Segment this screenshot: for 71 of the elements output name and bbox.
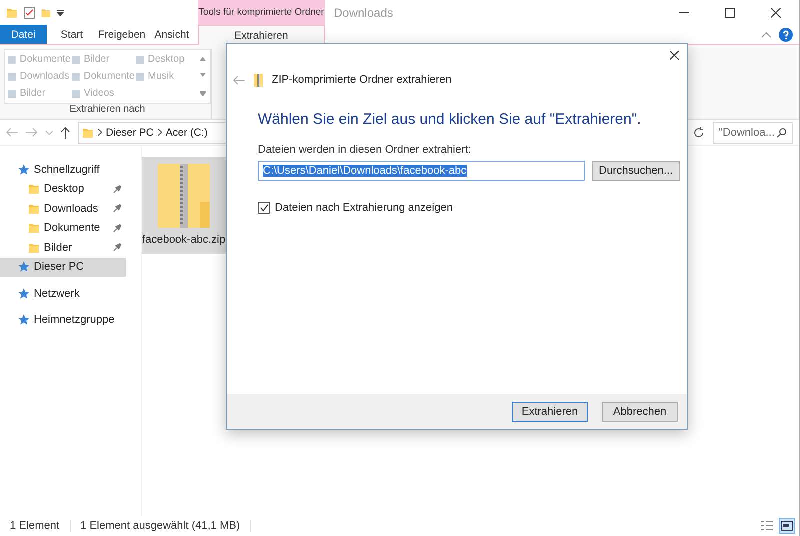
dialog-button[interactable]: Abbrechen bbox=[602, 402, 678, 422]
nav-item[interactable]: Netzwerk bbox=[0, 284, 126, 304]
nav-label[interactable]: Downloads bbox=[44, 202, 98, 215]
properties-icon[interactable] bbox=[24, 6, 35, 18]
status-text: 1 Element bbox=[10, 520, 71, 532]
close-icon[interactable] bbox=[771, 8, 781, 18]
breadcrumb-item[interactable]: Dieser PC bbox=[106, 126, 154, 138]
dialog-title: ZIP-komprimierte Ordner extrahieren bbox=[272, 74, 452, 86]
dropdown-icon[interactable] bbox=[57, 10, 64, 16]
back-icon[interactable] bbox=[233, 76, 245, 84]
dialog-button[interactable]: Extrahieren bbox=[512, 402, 588, 422]
scroll-down-icon[interactable] bbox=[200, 73, 206, 78]
pin-icon[interactable] bbox=[113, 204, 122, 214]
nav-label[interactable]: Schnellzugriff bbox=[34, 164, 100, 176]
nav-item[interactable]: Bilder bbox=[0, 238, 126, 258]
folder-icon bbox=[28, 222, 40, 234]
window-title: Downloads bbox=[333, 4, 394, 22]
search-icon bbox=[777, 128, 787, 138]
file-name: facebook-abc.zip bbox=[142, 234, 226, 246]
maximize-icon[interactable] bbox=[725, 8, 735, 18]
pin-icon[interactable] bbox=[113, 243, 122, 252]
browse-button[interactable]: Durchsuchen... bbox=[592, 161, 680, 181]
expand-gallery-icon[interactable] bbox=[200, 90, 206, 96]
nav-label[interactable]: Dokumente bbox=[44, 222, 100, 234]
folder-icon bbox=[28, 183, 40, 196]
checkbox[interactable] bbox=[258, 202, 270, 214]
collapse-ribbon-icon[interactable] bbox=[762, 32, 771, 38]
nav-item[interactable]: Schnellzugriff bbox=[0, 160, 126, 180]
nav-label[interactable]: Netzwerk bbox=[34, 288, 80, 300]
file-tile[interactable]: facebook-abc.zip bbox=[142, 157, 226, 254]
ribbon-group-label: Extrahieren nach bbox=[68, 104, 146, 117]
breadcrumb-item[interactable]: Acer (C:) bbox=[166, 126, 208, 138]
nav-item[interactable]: Desktop bbox=[0, 180, 126, 199]
close-icon[interactable] bbox=[670, 50, 679, 60]
dialog-heading: Wählen Sie ein Ziel aus und klicken Sie auf "Extrahieren". bbox=[258, 111, 642, 128]
downloads-folder-icon bbox=[82, 126, 94, 138]
pin-icon[interactable] bbox=[113, 224, 122, 233]
path-field[interactable]: C:\Users\Daniel\Downloads\facebook-abc bbox=[258, 161, 585, 181]
nav-item[interactable]: Downloads bbox=[0, 199, 126, 218]
checkbox-label[interactable]: Dateien nach Extrahierung anzeigen bbox=[275, 202, 453, 214]
zip-folder-icon bbox=[156, 162, 212, 230]
folder-icon bbox=[28, 242, 40, 254]
field-label: Dateien werden in diesen Ordner extrahiert: bbox=[258, 144, 472, 156]
nav-item[interactable]: Dokumente bbox=[0, 218, 126, 238]
zip-folder-icon bbox=[254, 74, 263, 86]
folder-icon bbox=[6, 6, 18, 18]
ribbon-tab[interactable]: Extrahieren bbox=[198, 25, 325, 45]
folder-icon bbox=[28, 202, 40, 215]
nav-label[interactable]: Desktop bbox=[44, 183, 84, 196]
scroll-up-icon[interactable] bbox=[200, 57, 206, 62]
nav-item[interactable]: Dieser PC bbox=[0, 258, 126, 277]
ribbon-tab[interactable]: Datei bbox=[0, 25, 47, 44]
large-icons-view-button[interactable] bbox=[779, 518, 795, 534]
refresh-icon[interactable] bbox=[693, 126, 705, 138]
pin-icon[interactable] bbox=[113, 184, 122, 194]
nav-label[interactable]: Heimnetzgruppe bbox=[34, 314, 115, 326]
up-icon[interactable] bbox=[61, 126, 70, 138]
check-icon bbox=[260, 204, 268, 212]
nav-label[interactable]: Bilder bbox=[44, 242, 72, 254]
star-icon bbox=[18, 164, 30, 176]
details-view-icon bbox=[761, 521, 773, 531]
search-field[interactable]: "Downloa... bbox=[713, 122, 793, 144]
chevron-icon[interactable] bbox=[158, 129, 162, 136]
chevron-icon[interactable] bbox=[98, 129, 102, 136]
large-icons-view-icon bbox=[781, 521, 793, 531]
help-icon[interactable] bbox=[779, 28, 793, 42]
status-text: 1 Element ausgewählt (41,1 MB) bbox=[80, 520, 252, 532]
nav-label[interactable]: Dieser PC bbox=[34, 261, 84, 274]
new-folder-icon bbox=[41, 8, 51, 18]
context-tab-header: Tools für komprimierte Ordner bbox=[198, 0, 325, 25]
nav-item[interactable]: Heimnetzgruppe bbox=[0, 310, 126, 330]
